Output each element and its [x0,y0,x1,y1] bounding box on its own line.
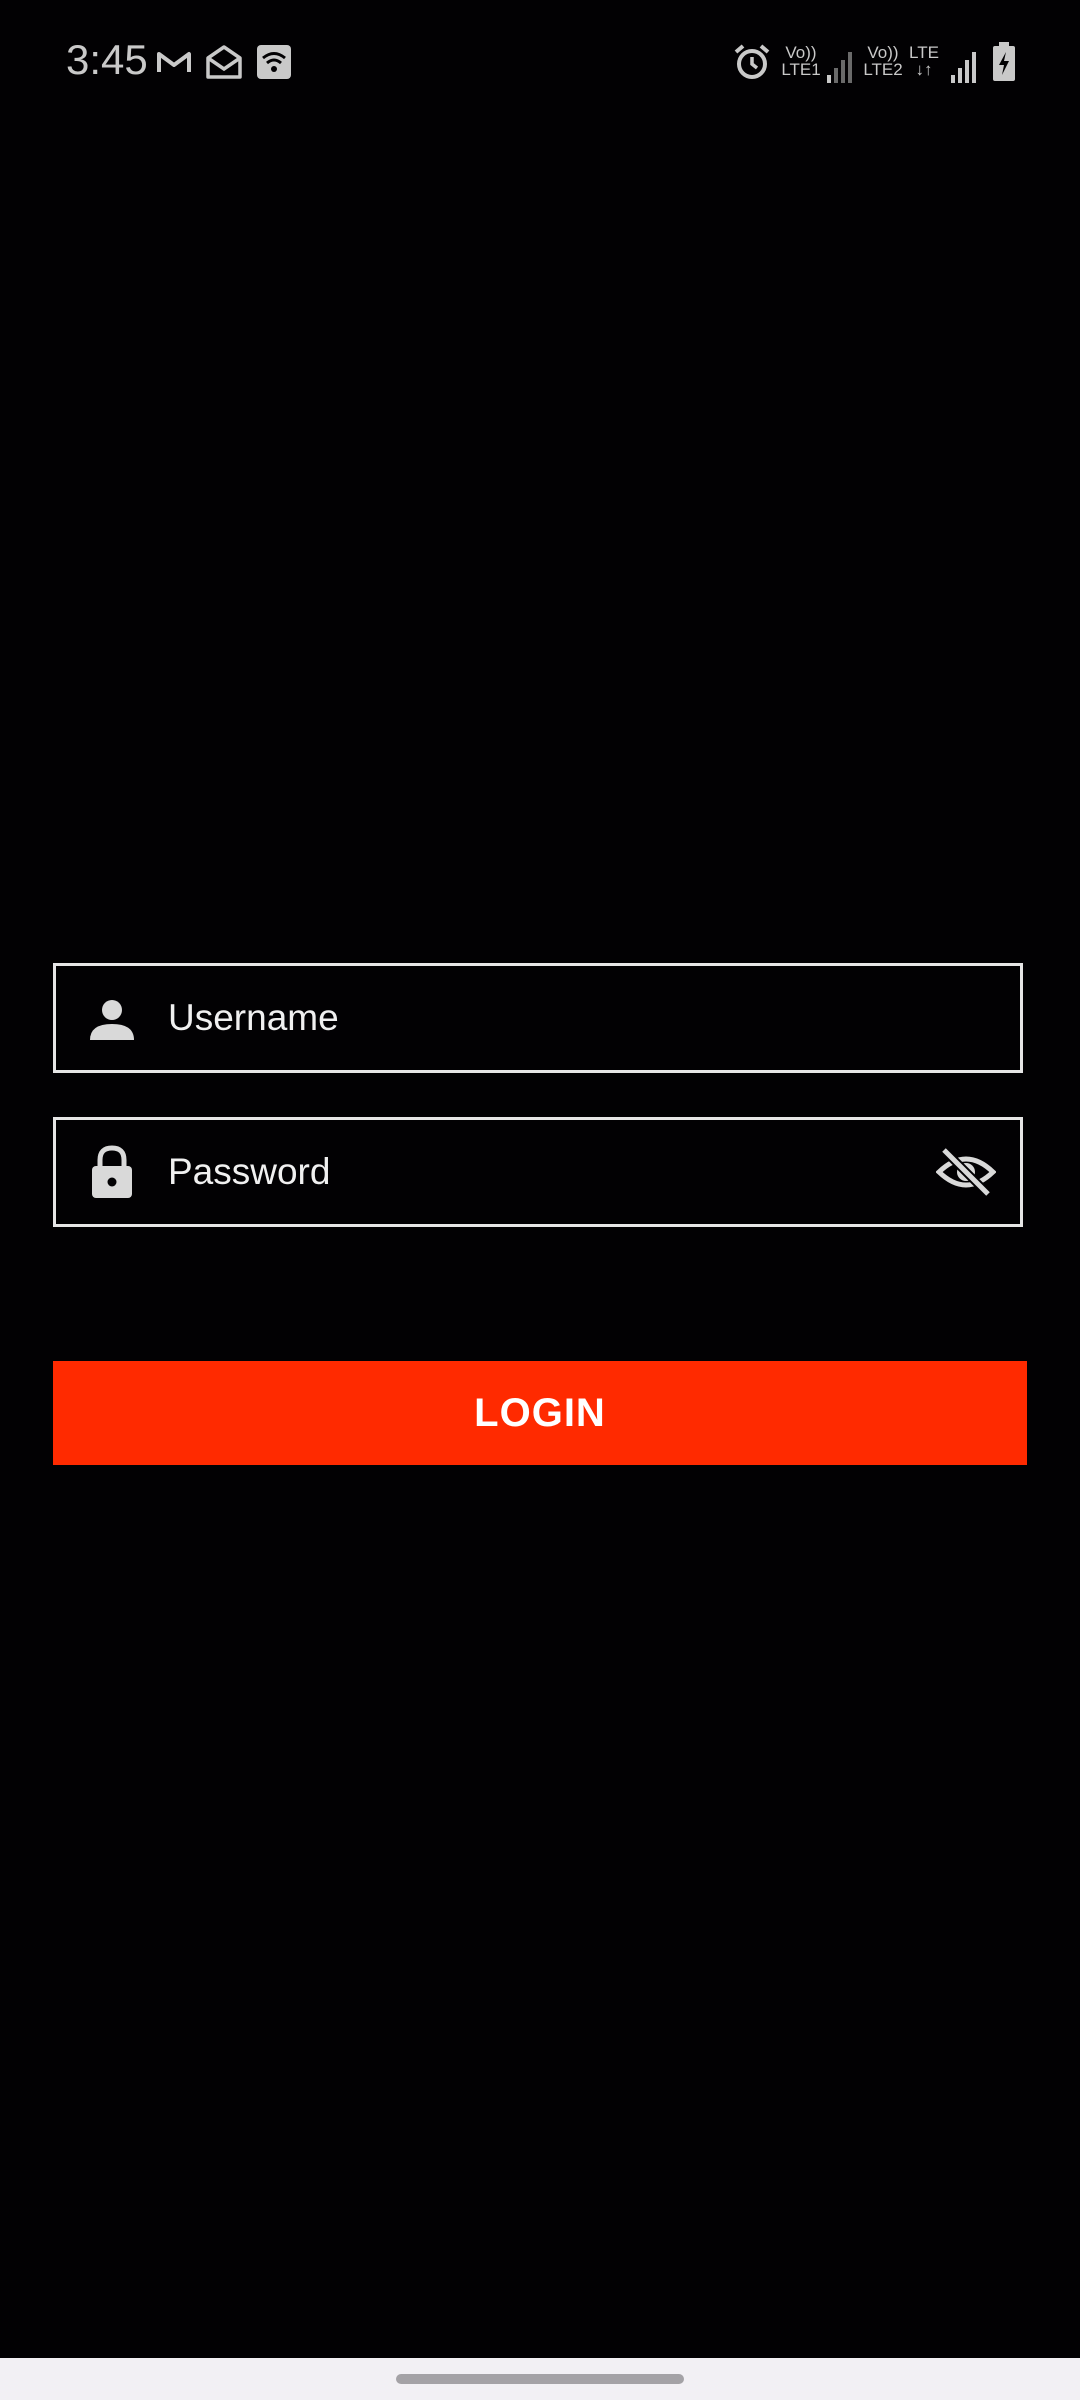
mail-open-icon [206,45,242,79]
sim2-volte-label: Vo)) LTE2 [863,43,903,79]
login-screen: 3:45 Vo)) LTE1 Vo)) LTE2 LTE ↓↑ Username… [0,0,1080,2400]
signal-icon [951,52,976,83]
wifi-icon [257,45,291,79]
status-bar: 3:45 Vo)) LTE1 Vo)) LTE2 LTE ↓↑ [0,0,1080,125]
status-time: 3:45 [66,36,148,83]
password-input[interactable]: Password [168,1120,330,1224]
lock-icon [92,1145,132,1198]
gmail-icon [157,52,191,72]
battery-charging-icon [993,42,1015,81]
sim1-volte-label: Vo)) LTE1 [781,43,821,79]
login-button[interactable]: LOGIN [53,1361,1027,1465]
home-gesture-handle[interactable] [396,2374,684,2384]
eye-off-icon[interactable] [936,1144,996,1200]
username-field[interactable]: Username [53,963,1023,1073]
signal-icon [827,52,852,83]
username-input[interactable]: Username [168,966,339,1070]
password-field[interactable]: Password [53,1117,1023,1227]
alarm-icon [734,44,770,79]
navigation-bar [0,2358,1080,2400]
data-arrows-icon: ↓↑ [915,60,933,79]
person-icon [90,1000,134,1040]
data-type-label: LTE ↓↑ [906,44,942,78]
